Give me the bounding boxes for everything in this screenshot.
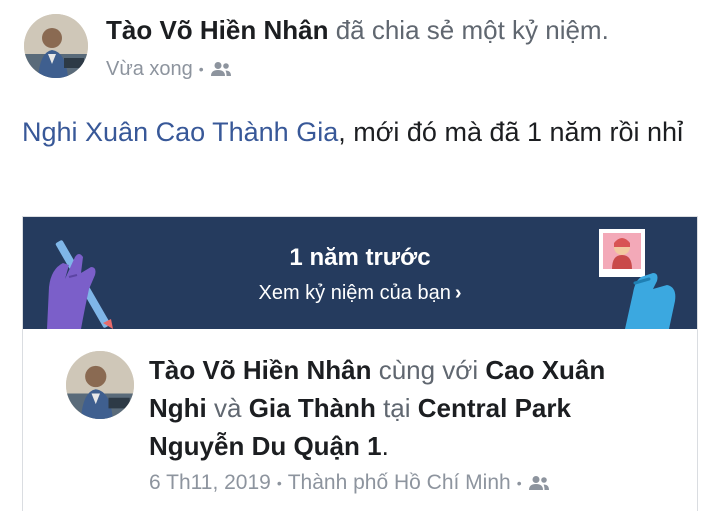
chevron-right-icon: ›: [454, 282, 462, 304]
with-text: cùng với: [378, 355, 479, 385]
post-action-text: đã chia sẻ một kỷ niệm.: [335, 15, 609, 45]
avatar-photo: [24, 14, 88, 78]
friends-icon[interactable]: [528, 475, 550, 491]
meta-separator: •: [276, 475, 282, 491]
headline-period: .: [381, 431, 389, 461]
post-timestamp[interactable]: Vừa xong: [106, 56, 193, 82]
author-name[interactable]: Tào Võ Hiền Nhân: [106, 15, 328, 45]
shared-post-avatar[interactable]: [66, 351, 134, 419]
author-avatar[interactable]: [24, 14, 88, 78]
shared-post-location[interactable]: Thành phố Hồ Chí Minh: [288, 469, 511, 497]
memory-card[interactable]: 1 năm trước Xem kỷ niệm của bạn › Tào Võ…: [22, 216, 698, 511]
post-meta: Vừa xong •: [106, 56, 232, 82]
memory-banner[interactable]: 1 năm trước Xem kỷ niệm của bạn ›: [23, 217, 697, 329]
hand-photo-illustration-icon: [599, 229, 676, 329]
shared-post-meta: 6 Th11, 2019 • Thành phố Hồ Chí Minh •: [149, 469, 550, 497]
meta-separator: •: [198, 61, 204, 77]
tagged-friend-2[interactable]: Gia Thành: [249, 393, 376, 423]
shared-post-headline: Tào Võ Hiền Nhân cùng với Cao Xuân Nghi …: [149, 351, 669, 465]
friends-icon[interactable]: [210, 61, 232, 77]
post-caption: Nghi Xuân Cao Thành Gia, mới đó mà đã 1 …: [22, 114, 702, 150]
at-text: tại: [383, 393, 411, 423]
post-headline: Tào Võ Hiền Nhân đã chia sẻ một kỷ niệm.: [106, 14, 609, 46]
shared-post-date[interactable]: 6 Th11, 2019: [149, 469, 271, 497]
and-text: và: [214, 393, 242, 423]
caption-text: , mới đó mà đã 1 năm rồi nhỉ: [338, 117, 684, 147]
avatar-photo: [66, 351, 134, 419]
meta-separator: •: [516, 475, 522, 491]
caption-mention-link[interactable]: Nghi Xuân Cao Thành Gia: [22, 117, 338, 147]
memory-post: Tào Võ Hiền Nhân đã chia sẻ một kỷ niệm.…: [0, 0, 719, 511]
shared-author-name[interactable]: Tào Võ Hiền Nhân: [149, 355, 371, 385]
see-memories-label: Xem kỷ niệm của bạn: [258, 282, 451, 304]
